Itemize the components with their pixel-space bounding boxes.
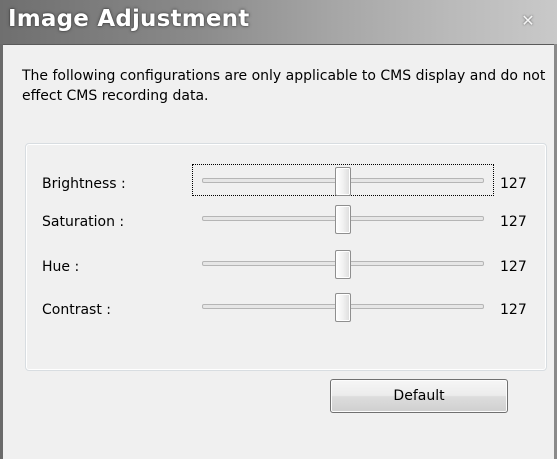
title-bar[interactable]: Image Adjustment ✕ bbox=[0, 0, 557, 45]
hue-label: Hue : bbox=[42, 259, 80, 275]
contrast-value: 127 bbox=[500, 302, 527, 318]
contrast-slider[interactable] bbox=[193, 291, 493, 322]
slider-thumb[interactable] bbox=[335, 293, 352, 322]
brightness-slider[interactable] bbox=[192, 164, 494, 196]
image-adjustment-dialog: Image Adjustment ✕ The following configu… bbox=[0, 0, 557, 459]
slider-thumb[interactable] bbox=[335, 205, 352, 234]
slider-thumb[interactable] bbox=[335, 167, 352, 196]
close-button[interactable]: ✕ bbox=[509, 8, 547, 32]
contrast-label: Contrast : bbox=[42, 302, 111, 318]
saturation-label: Saturation : bbox=[42, 214, 125, 230]
saturation-value: 127 bbox=[500, 214, 527, 230]
dialog-title: Image Adjustment bbox=[8, 6, 250, 32]
description-text: The following configurations are only ap… bbox=[22, 68, 546, 104]
default-button[interactable]: Default bbox=[330, 379, 508, 413]
close-icon: ✕ bbox=[521, 10, 535, 30]
hue-value: 127 bbox=[500, 259, 527, 275]
hue-slider[interactable] bbox=[193, 248, 493, 279]
brightness-label: Brightness : bbox=[42, 176, 126, 192]
slider-thumb[interactable] bbox=[335, 250, 352, 279]
saturation-slider[interactable] bbox=[193, 203, 493, 234]
brightness-value: 127 bbox=[500, 176, 527, 192]
